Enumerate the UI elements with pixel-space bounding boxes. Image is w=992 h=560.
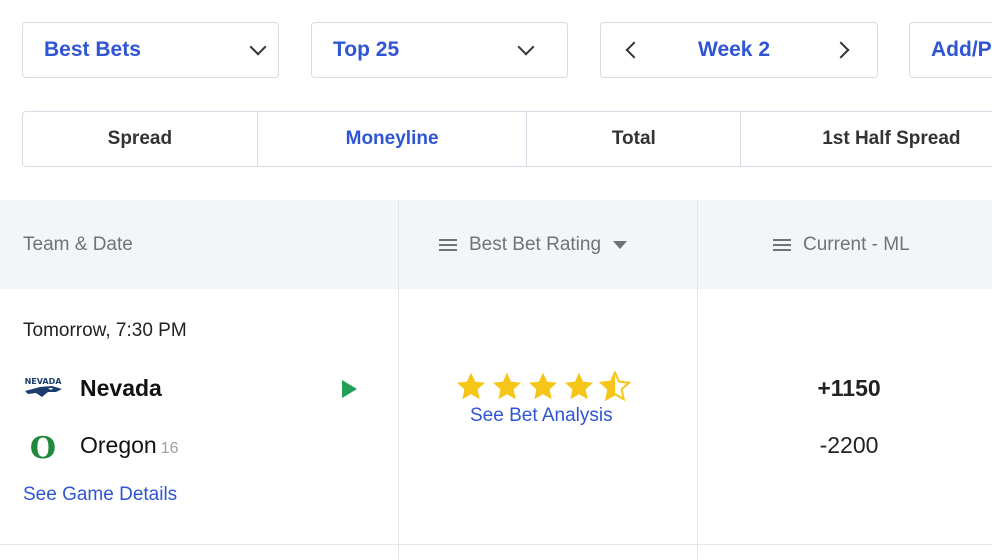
header-current-ml-label: Current - ML — [803, 233, 910, 255]
top-25-label: Top 25 — [333, 38, 400, 61]
tab-moneyline-label: Moneyline — [345, 128, 439, 149]
header-team-date[interactable]: Team & Date — [23, 200, 133, 289]
home-team-rank: 16 — [160, 440, 179, 457]
away-team-name: Nevada — [80, 375, 162, 401]
star-icon — [457, 372, 485, 400]
away-odds: +1150 — [817, 375, 881, 401]
oregon-logo: O — [25, 431, 61, 466]
star-icon — [565, 372, 593, 400]
tab-1st-half-spread-label: 1st Half Spread — [822, 128, 961, 149]
see-bet-analysis-link[interactable]: See Bet Analysis — [470, 405, 613, 427]
best-bet-rating-stars — [455, 371, 631, 401]
header-team-date-label: Team & Date — [23, 233, 133, 255]
table-header: Team & Date Best Bet Rating Current - ML — [0, 200, 992, 289]
prev-week-button[interactable] — [601, 23, 657, 77]
chevron-down-icon — [517, 38, 535, 56]
top-25-dropdown[interactable]: Top 25 — [311, 22, 568, 78]
add-picks-label: Add/P — [931, 38, 992, 61]
star-icon — [599, 371, 631, 401]
best-bets-label: Best Bets — [44, 38, 141, 61]
tab-1st-half-spread[interactable]: 1st Half Spread — [741, 112, 992, 166]
home-odds: -2200 — [819, 432, 879, 458]
see-game-details-link[interactable]: See Game Details — [23, 484, 177, 506]
tab-moneyline[interactable]: Moneyline — [258, 112, 528, 166]
best-bets-dropdown[interactable]: Best Bets — [22, 22, 279, 78]
next-week-button[interactable] — [821, 23, 877, 77]
week-selector: Week 2 — [600, 22, 878, 78]
column-divider — [697, 200, 698, 560]
game-date: Tomorrow, 7:30 PM — [23, 320, 187, 341]
home-team-name: Oregon — [80, 432, 157, 458]
nevada-logo-text: NEVADA — [25, 377, 63, 386]
row-divider — [0, 544, 992, 545]
tab-spread-label: Spread — [107, 128, 173, 149]
header-best-bet-rating[interactable]: Best Bet Rating — [439, 200, 628, 289]
tab-total-label: Total — [611, 128, 656, 149]
bet-type-tabs: Spread Moneyline Total 1st Half Spread — [22, 111, 992, 167]
hamburger-icon — [773, 238, 791, 251]
tab-spread[interactable]: Spread — [23, 112, 258, 166]
star-icon — [529, 372, 557, 400]
play-icon[interactable] — [342, 380, 357, 398]
home-team: Oregon 16 — [80, 432, 179, 459]
nevada-logo: NEVADA — [22, 375, 64, 403]
star-icon — [493, 372, 521, 400]
caret-down-icon — [613, 240, 628, 249]
column-divider — [398, 200, 399, 560]
oregon-logo-text: O — [30, 431, 56, 461]
chevron-right-icon — [832, 41, 850, 59]
header-current-ml[interactable]: Current - ML — [773, 200, 910, 289]
chevron-left-icon — [625, 41, 643, 59]
add-picks-button[interactable]: Add/P — [909, 22, 992, 78]
header-best-bet-rating-label: Best Bet Rating — [469, 233, 602, 255]
chevron-down-icon — [249, 38, 267, 56]
tab-total[interactable]: Total — [527, 112, 742, 166]
week-label: Week 2 — [698, 38, 770, 61]
hamburger-icon — [439, 238, 457, 251]
